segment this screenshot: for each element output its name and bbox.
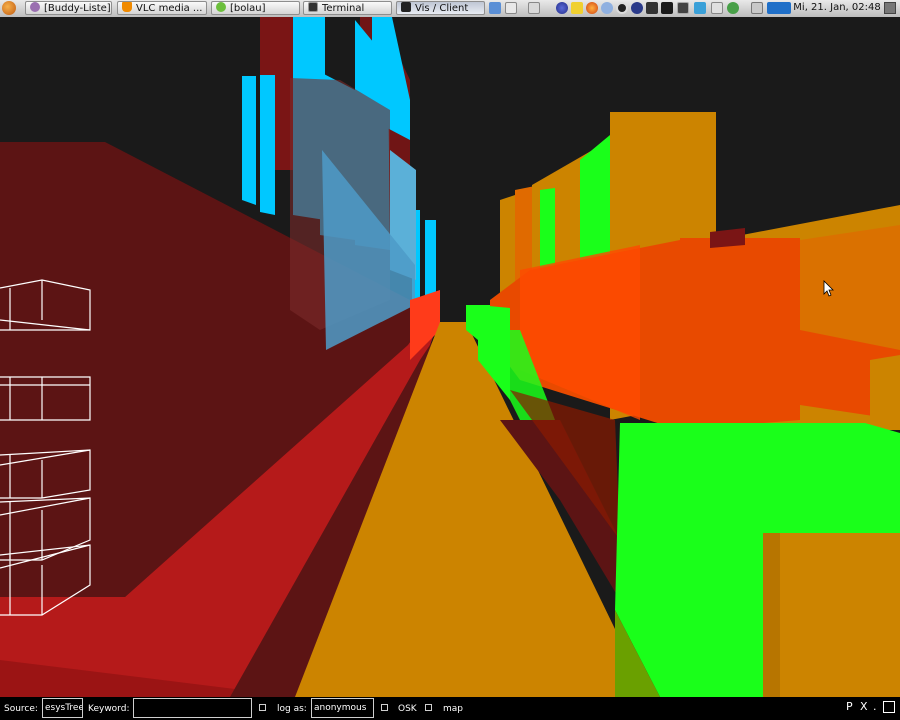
task-terminal[interactable]: Terminal <box>303 1 392 15</box>
task-label: [Buddy-Liste] <box>44 3 111 14</box>
globe-icon[interactable] <box>556 2 568 14</box>
pidgin-icon <box>30 2 40 12</box>
workspace-pager[interactable] <box>767 2 791 14</box>
chat-bubble-icon <box>216 2 226 12</box>
close-x-button[interactable]: X <box>860 701 868 713</box>
source-field[interactable]: esysTree <box>42 698 83 718</box>
p-button[interactable]: P <box>846 701 853 713</box>
vlc-cone-icon <box>122 2 132 12</box>
start-menu-icon[interactable] <box>2 1 16 15</box>
bottom-toolbar: Source: esysTree Keyword: log as: anonym… <box>0 697 900 720</box>
volume-icon[interactable] <box>751 2 763 14</box>
gimp-icon[interactable] <box>646 2 658 14</box>
inkscape-icon[interactable] <box>661 2 673 14</box>
log-as-field[interactable]: anonymous <box>311 698 374 718</box>
log-as-label: log as: <box>277 704 307 714</box>
firefox-icon[interactable] <box>586 2 598 14</box>
file-manager-icon[interactable] <box>694 2 706 14</box>
window-layout-icon[interactable] <box>883 701 895 713</box>
task-vis-client[interactable]: Vis / Client <box>396 1 485 15</box>
map-checkbox[interactable] <box>425 704 432 711</box>
osk-checkbox[interactable] <box>381 704 388 711</box>
window-icon[interactable] <box>505 2 517 14</box>
log-as-checkbox[interactable] <box>259 704 266 711</box>
separator-icon <box>528 2 540 14</box>
keyword-input[interactable] <box>133 698 252 718</box>
task-buddy-list[interactable]: [Buddy-Liste] <box>25 1 112 15</box>
dot-label: . <box>873 700 877 713</box>
terminal-icon <box>308 2 318 12</box>
3d-visualization-canvas[interactable] <box>0 17 900 697</box>
vis-client-icon <box>401 2 411 12</box>
task-label: Vis / Client <box>415 3 469 14</box>
show-desktop-icon[interactable] <box>884 2 896 14</box>
text-editor-icon[interactable] <box>711 2 723 14</box>
task-bolau[interactable]: [bolau] <box>211 1 300 15</box>
network-icon[interactable] <box>727 2 739 14</box>
map-label: map <box>443 704 463 714</box>
desktop-icon[interactable] <box>489 2 501 14</box>
task-label: [bolau] <box>230 3 266 14</box>
email-icon[interactable] <box>601 2 613 14</box>
task-label: VLC media ... <box>136 3 203 14</box>
record-icon[interactable] <box>616 2 628 14</box>
taskbar: [Buddy-Liste] VLC media ... [bolau] Term… <box>0 0 900 18</box>
keyword-label: Keyword: <box>88 704 130 714</box>
osk-label: OSK <box>398 704 417 714</box>
task-label: Terminal <box>322 3 365 14</box>
source-label: Source: <box>4 704 38 714</box>
task-vlc[interactable]: VLC media ... <box>117 1 207 15</box>
notes-icon[interactable] <box>571 2 583 14</box>
clock[interactable]: Mi, 21. Jan, 02:48 <box>793 1 881 15</box>
terminal-launch-icon[interactable] <box>677 2 689 14</box>
media-icon[interactable] <box>631 2 643 14</box>
